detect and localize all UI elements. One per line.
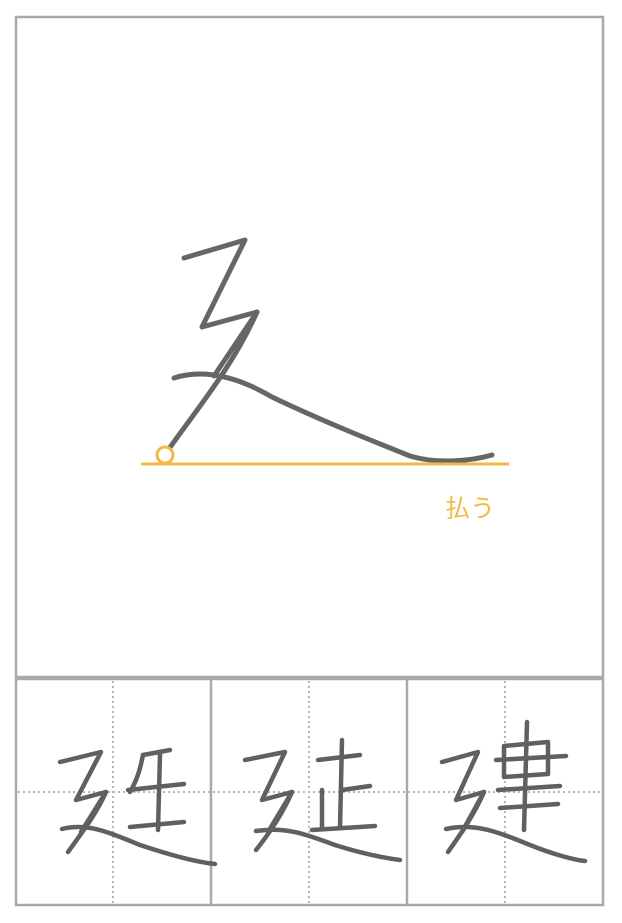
- start-point-marker: [155, 445, 175, 465]
- example-cells: [14, 677, 605, 907]
- main-panel: 払う: [14, 15, 605, 679]
- kanji-practice-card: 払う: [14, 15, 605, 907]
- main-frame: [14, 15, 605, 679]
- stroke-note-label: 払う: [445, 494, 495, 523]
